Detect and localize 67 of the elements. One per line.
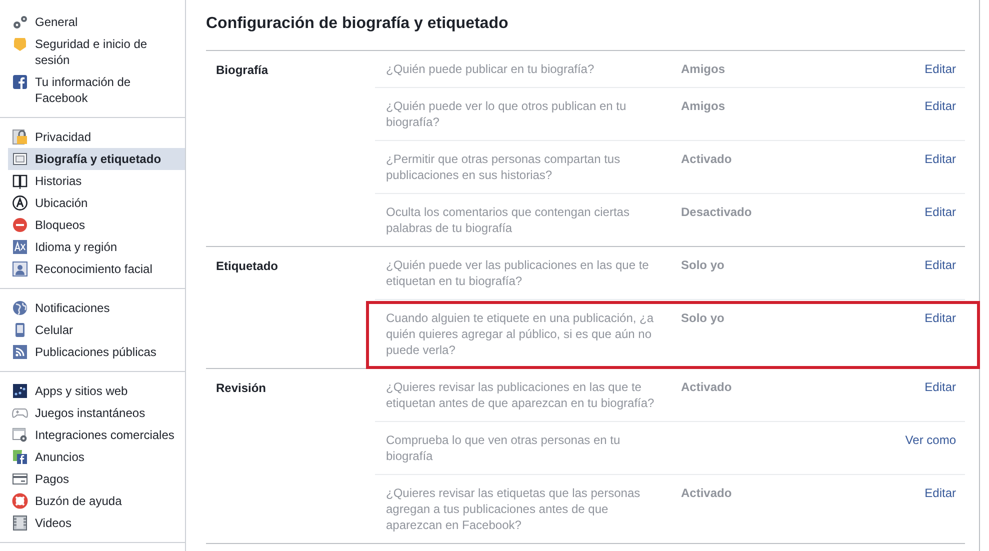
section-label: Revisión <box>215 380 268 396</box>
apps-icon <box>12 383 28 399</box>
setting-value: Solo yo <box>681 257 726 273</box>
sidebar-item[interactable]: General <box>8 11 185 33</box>
padlock-icon <box>12 129 28 145</box>
edit-link[interactable]: Editar <box>924 310 956 326</box>
lifebuoy-icon <box>12 493 28 509</box>
timeline-icon <box>12 151 28 167</box>
sidebar-item[interactable]: Reconocimiento facial <box>8 258 185 280</box>
setting-value: Activado <box>681 485 733 501</box>
section-label: Biografía <box>215 62 270 78</box>
setting-question: ¿Quién puede ver las publicaciones en las que te etiquetan en tu biografía? <box>386 257 650 289</box>
sidebar-item[interactable]: Videos <box>8 512 185 534</box>
sidebar-item[interactable]: Biografía y etiquetado <box>8 148 185 170</box>
setting-question: ¿Quién puede ver lo que otros publican en tu biografía? <box>386 98 628 130</box>
sidebar-item[interactable]: Buzón de ayuda <box>8 490 185 512</box>
face-frame-icon <box>12 261 28 277</box>
edit-link[interactable]: Editar <box>924 379 956 395</box>
setting-value: Activado <box>681 379 733 395</box>
sidebar-item[interactable]: Ubicación <box>8 192 185 214</box>
setting-value: Desactivado <box>681 204 753 220</box>
window-gear-icon <box>12 427 28 443</box>
setting-question: Comprueba lo que ven otras personas en tu biografía <box>386 432 622 464</box>
sidebar-item[interactable]: Seguridad e inicio de sesión <box>8 33 185 71</box>
language-icon <box>12 239 28 255</box>
facebook-icon <box>12 74 28 90</box>
setting-question: ¿Quieres revisar las etiquetas que las personas agregan a tus publicaciones antes de que aparezcan en Facebook? <box>386 485 642 533</box>
sidebar-item[interactable]: Historias <box>8 170 185 192</box>
edit-link[interactable]: Editar <box>924 61 956 77</box>
setting-question: Cuando alguien te etiquete en una publicación, ¿a quién quieres agregar al público, si es que aún no puede verla? <box>386 310 655 358</box>
block-icon <box>12 217 28 233</box>
globe-icon <box>12 300 28 316</box>
sidebar-item[interactable]: Bloqueos <box>8 214 185 236</box>
edit-link[interactable]: Editar <box>924 257 956 273</box>
sidebar-item[interactable]: Tu información de Facebook <box>8 71 185 109</box>
sidebar-item[interactable]: Pagos <box>8 468 185 490</box>
feed-icon <box>12 344 28 360</box>
setting-question: ¿Quieres revisar las publicaciones en las que te etiquetan antes de que aparezcan en tu biografía? <box>386 379 656 411</box>
edit-link[interactable]: Ver como <box>905 432 956 448</box>
setting-value: Amigos <box>681 61 726 77</box>
sidebar-item[interactable]: Integraciones comerciales <box>8 424 185 446</box>
card-icon <box>12 471 28 487</box>
sidebar-item[interactable]: Celular <box>8 319 185 341</box>
ad-icon <box>12 449 28 465</box>
setting-value: Activado <box>681 151 733 167</box>
location-icon <box>12 195 28 211</box>
setting-value: Amigos <box>681 98 726 114</box>
setting-question: ¿Quién puede publicar en tu biografía? <box>386 61 596 77</box>
setting-question: Oculta los comentarios que contengan ciertas palabras de tu biografía <box>386 204 630 236</box>
sidebar-item[interactable]: Anuncios <box>8 446 185 468</box>
setting-question: ¿Permitir que otras personas compartan tus publicaciones en sus historias? <box>386 151 622 183</box>
sidebar-item[interactable]: Publicaciones públicas <box>8 341 185 363</box>
edit-link[interactable]: Editar <box>924 151 956 167</box>
sidebar-item[interactable]: Juegos instantáneos <box>8 402 185 424</box>
book-icon <box>12 173 28 189</box>
sidebar-item[interactable]: Idioma y región <box>8 236 185 258</box>
sidebar-item[interactable]: Privacidad <box>8 126 185 148</box>
badge-icon <box>12 36 28 52</box>
edit-link[interactable]: Editar <box>924 98 956 114</box>
sidebar-item[interactable]: Notificaciones <box>8 297 185 319</box>
edit-link[interactable]: Editar <box>924 204 956 220</box>
sidebar-item[interactable]: Apps y sitios web <box>8 380 185 402</box>
section-label: Etiquetado <box>215 258 279 274</box>
film-icon <box>12 515 28 531</box>
setting-value: Solo yo <box>681 310 726 326</box>
edit-link[interactable]: Editar <box>924 485 956 501</box>
page-title: Configuración de biografía y etiquetado <box>206 14 510 34</box>
